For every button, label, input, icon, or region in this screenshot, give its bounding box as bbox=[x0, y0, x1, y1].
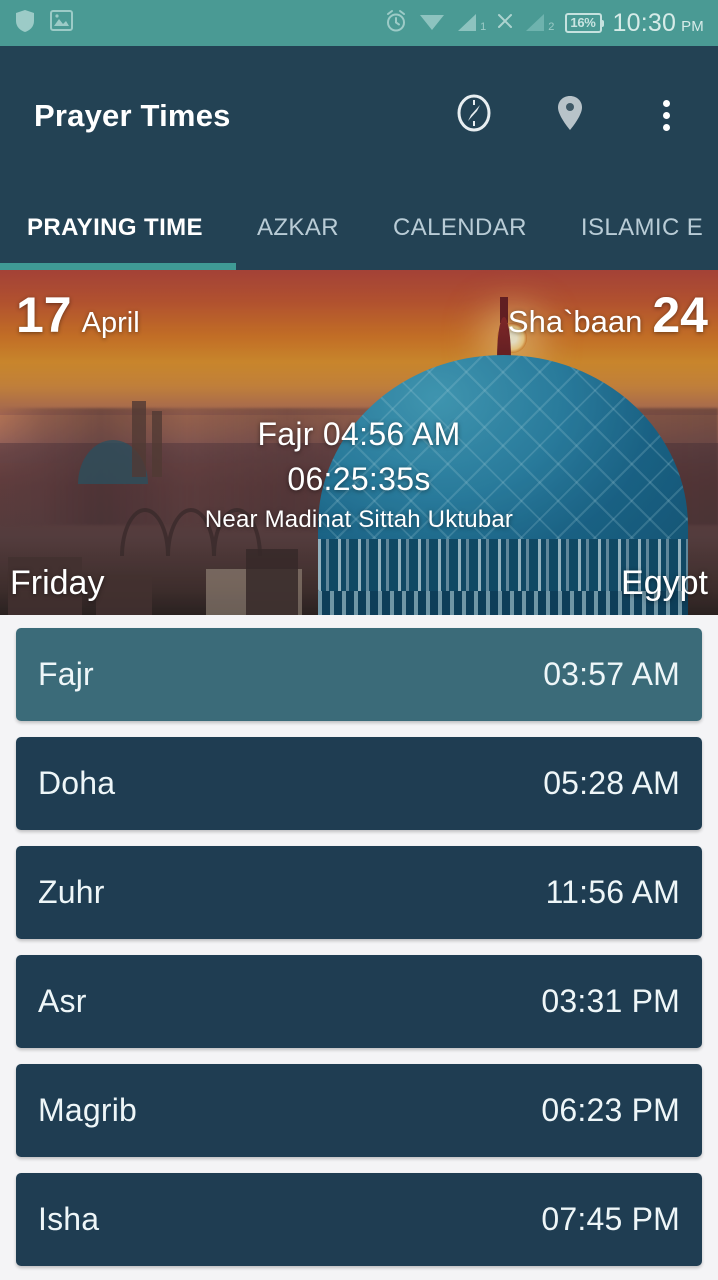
no-sim-icon bbox=[497, 13, 513, 34]
overflow-menu-icon bbox=[662, 100, 670, 131]
signal-2-icon: 2 bbox=[524, 13, 554, 33]
app-bar: Prayer Times bbox=[0, 46, 718, 185]
prayer-time: 03:31 PM bbox=[541, 983, 680, 1019]
status-bar-left-icons bbox=[14, 9, 73, 38]
signal-1-label: 1 bbox=[480, 21, 487, 33]
tab-bar: PRAYING TIME AZKAR CALENDAR ISLAMIC E bbox=[0, 185, 718, 270]
prayer-time: 07:45 PM bbox=[541, 1201, 680, 1237]
clock-ampm: PM bbox=[681, 17, 704, 35]
prayer-row-fajr[interactable]: Fajr 03:57 AM bbox=[16, 628, 702, 721]
prayer-name: Doha bbox=[38, 765, 116, 801]
location-pin-icon bbox=[555, 94, 585, 137]
next-prayer-countdown: 06:25:35s bbox=[287, 461, 431, 497]
page-title: Prayer Times bbox=[34, 97, 231, 133]
prayer-time: 05:28 AM bbox=[543, 765, 680, 801]
weekday-label: Friday bbox=[10, 564, 105, 602]
prayer-time: 06:23 PM bbox=[541, 1092, 680, 1128]
tab-islamic-events[interactable]: ISLAMIC E bbox=[554, 214, 718, 242]
status-bar-right-icons: 1 2 16% 10:30 PM bbox=[384, 9, 704, 38]
country-label: Egypt bbox=[621, 564, 708, 602]
tab-calendar[interactable]: CALENDAR bbox=[366, 214, 554, 242]
prayer-name: Asr bbox=[38, 983, 87, 1019]
prayer-name: Fajr bbox=[38, 656, 94, 692]
prayer-name: Isha bbox=[38, 1201, 100, 1237]
shield-icon bbox=[14, 9, 36, 38]
tab-praying-time[interactable]: PRAYING TIME bbox=[0, 214, 230, 242]
signal-2-label: 2 bbox=[548, 21, 555, 33]
prayer-row-asr[interactable]: Asr 03:31 PM bbox=[16, 955, 702, 1048]
photo-icon bbox=[50, 9, 73, 37]
prayer-row-isha[interactable]: Isha 07:45 PM bbox=[16, 1173, 702, 1266]
location-button[interactable] bbox=[548, 94, 592, 138]
current-location-label: Near Madinat Sittah Uktubar bbox=[204, 506, 514, 533]
battery-indicator: 16% bbox=[565, 13, 604, 33]
alarm-icon bbox=[384, 9, 408, 38]
prayer-time: 11:56 AM bbox=[545, 874, 680, 910]
status-bar-clock: 10:30 PM bbox=[613, 9, 704, 38]
prayer-times-list: Fajr 03:57 AM Doha 05:28 AM Zuhr 11:56 A… bbox=[0, 615, 718, 1271]
prayer-name: Magrib bbox=[38, 1092, 138, 1128]
app-bar-actions bbox=[452, 94, 696, 138]
qibla-compass-icon bbox=[453, 92, 495, 139]
hijri-month: Sha`baan bbox=[507, 304, 643, 339]
gregorian-day: 17 bbox=[16, 287, 72, 343]
signal-1-icon: 1 bbox=[456, 13, 486, 33]
prayer-row-magrib[interactable]: Magrib 06:23 PM bbox=[16, 1064, 702, 1157]
clock-time: 10:30 bbox=[612, 8, 677, 37]
hijri-day: 24 bbox=[652, 287, 708, 343]
prayer-time: 03:57 AM bbox=[543, 656, 680, 692]
hero-text-layer: 17 April Sha`baan 24 Fajr 04:56 AM 06:25… bbox=[0, 270, 718, 615]
gregorian-date: 17 April bbox=[16, 290, 140, 340]
wifi-icon bbox=[419, 11, 445, 36]
next-prayer-label: Fajr 04:56 AM bbox=[257, 416, 461, 452]
prayer-row-doha[interactable]: Doha 05:28 AM bbox=[16, 737, 702, 830]
prayer-row-zuhr[interactable]: Zuhr 11:56 AM bbox=[16, 846, 702, 939]
next-prayer-block: Fajr 04:56 AM 06:25:35s Near Madinat Sit… bbox=[0, 416, 718, 534]
prayer-name: Zuhr bbox=[38, 874, 105, 910]
gregorian-month: April bbox=[81, 307, 140, 339]
status-bar: 1 2 16% 10:30 PM bbox=[0, 0, 718, 46]
overflow-menu-button[interactable] bbox=[644, 94, 688, 138]
active-tab-indicator bbox=[0, 263, 236, 270]
qibla-compass-button[interactable] bbox=[452, 94, 496, 138]
hijri-date: Sha`baan 24 bbox=[508, 290, 708, 340]
hero-banner: 17 April Sha`baan 24 Fajr 04:56 AM 06:25… bbox=[0, 270, 718, 615]
tab-azkar[interactable]: AZKAR bbox=[230, 214, 366, 242]
